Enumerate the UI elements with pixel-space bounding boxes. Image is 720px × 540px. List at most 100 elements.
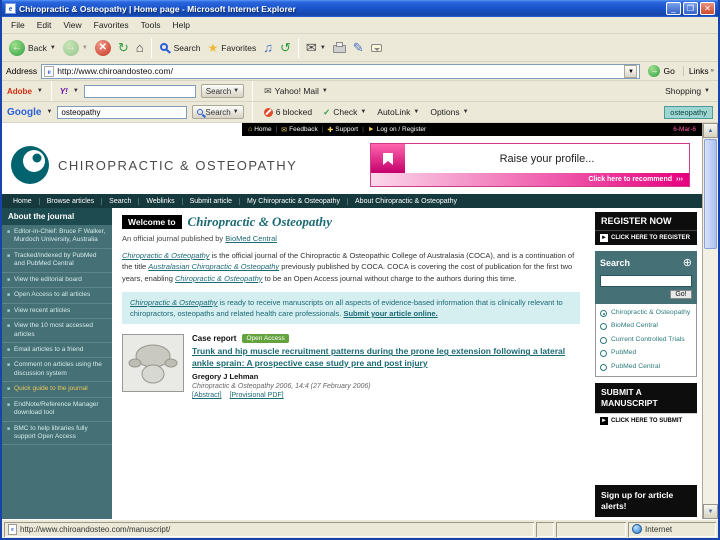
register-cta-button[interactable]: ► CLICK HERE TO REGISTER [595, 230, 697, 245]
close-button[interactable]: ✕ [700, 2, 715, 15]
adobe-dropdown-icon[interactable]: ▼ [37, 88, 43, 94]
submit-cta-button[interactable]: ► CLICK HERE TO SUBMIT [595, 412, 697, 428]
yahoo-search-button[interactable]: Search ▼ [200, 84, 245, 98]
menu-help[interactable]: Help [167, 19, 194, 31]
yahoo-logo-icon[interactable]: Y! [60, 87, 68, 96]
provisional-pdf-link[interactable]: [Provisional PDF] [230, 392, 284, 399]
intro-journal-link[interactable]: Chiropractic & Osteopathy [122, 251, 210, 260]
radio-icon[interactable] [600, 350, 607, 358]
radio-icon[interactable] [600, 363, 607, 371]
address-input[interactable]: e http://www.chiroandosteo.com/ ▼ [41, 63, 641, 79]
options-button[interactable]: Options ▼ [427, 105, 471, 119]
shopping-button[interactable]: Shopping ▼ [662, 84, 713, 98]
address-dropdown[interactable]: ▼ [624, 64, 638, 78]
edit-button[interactable]: ✎ [350, 39, 367, 56]
scope-option-pubmed[interactable]: PubMed [600, 349, 692, 358]
history-button[interactable]: ↺ [277, 39, 294, 56]
radio-icon[interactable] [600, 336, 607, 344]
sidebar-item-comment[interactable]: ■ Comment on articles using the discussio… [2, 358, 112, 383]
back-button[interactable]: ← Back ▼ [6, 38, 59, 58]
refresh-button[interactable]: ↻ [115, 39, 132, 56]
stop-button[interactable]: ✕ [92, 38, 114, 58]
intro-former-title-link[interactable]: Australasian Chiropractic & Osteopathy [148, 262, 279, 271]
scope-option-pubmed-central[interactable]: PubMed Central [600, 363, 692, 371]
scroll-up-button[interactable]: ▲ [703, 123, 718, 138]
utility-logon-link[interactable]: ► Log on / Register [368, 126, 426, 133]
nav-home[interactable]: Home [6, 197, 40, 205]
nav-my-journal[interactable]: My Chiropractic & Osteopathy [240, 197, 349, 205]
menu-edit[interactable]: Edit [32, 19, 57, 31]
discuss-button[interactable] [368, 42, 385, 54]
menu-favorites[interactable]: Favorites [89, 19, 134, 31]
abstract-link[interactable]: [Abstract] [192, 392, 222, 399]
favorites-button[interactable]: ★ Favorites [205, 40, 260, 56]
sidebar-item-quick-guide[interactable]: ■ Quick guide to the journal [2, 382, 112, 398]
menu-tools[interactable]: Tools [136, 19, 166, 31]
highlight-journal-link[interactable]: Chiropractic & Osteopathy [130, 298, 218, 307]
google-search-button[interactable]: Search ▼ [192, 105, 244, 119]
sidebar-item-editor[interactable]: ■ Editor-in-Chief: Bruce F Walker, Murdoc… [2, 225, 112, 249]
search-button[interactable]: Search [156, 40, 204, 56]
nav-about-journal[interactable]: About Chiropractic & Osteopathy [348, 198, 464, 205]
utility-feedback-link[interactable]: ✉ Feedback [281, 126, 317, 134]
radio-selected-icon[interactable] [600, 310, 607, 317]
highlight-term-button[interactable]: osteopathy [664, 105, 713, 119]
sidebar-item-editorial-board[interactable]: ■ View the editorial board [2, 273, 112, 289]
go-button[interactable]: → Go [644, 64, 678, 78]
submit-article-link[interactable]: Submit your article online. [343, 309, 437, 318]
media-button[interactable]: ♫ [260, 39, 276, 56]
intro-journal-link[interactable]: Chiropractic & Osteopathy [175, 274, 263, 283]
nav-search[interactable]: Search [102, 197, 140, 205]
banner-cta[interactable]: Click here to recommend ››› [371, 173, 689, 186]
vertical-scrollbar[interactable]: ▲ ▼ [702, 123, 718, 519]
sidebar-item-indexing[interactable]: ■ Tracked/indexed by PubMed and PubMed Ce… [2, 249, 112, 273]
sidebar-item-recent-articles[interactable]: ■ View recent articles [2, 304, 112, 320]
yahoo-mail-button[interactable]: ✉ Yahoo! Mail ▼ [261, 84, 331, 98]
home-button[interactable]: ⌂ [133, 39, 147, 56]
spellcheck-button[interactable]: ✓ Check ▼ [320, 105, 369, 120]
mail-dropdown-icon[interactable]: ▼ [320, 45, 326, 51]
utility-home-link[interactable]: ⌂ Home [248, 126, 272, 133]
forward-dropdown-icon[interactable]: ▼ [82, 45, 88, 51]
adobe-menu[interactable]: Adobe [7, 87, 32, 96]
google-search-input[interactable] [57, 105, 188, 119]
utility-support-link[interactable]: ✚ Support [327, 126, 358, 134]
sidebar-item-endnote-tool[interactable]: ■ EndNote/Reference Manager download tool [2, 398, 112, 422]
recommend-banner[interactable]: Raise your profile... Click here to reco… [370, 143, 690, 187]
minimize-button[interactable]: _ [666, 2, 681, 15]
scope-option-controlled-trials[interactable]: Current Controlled Trials [600, 336, 692, 344]
nav-submit-article[interactable]: Submit article [183, 197, 241, 205]
scope-option-biomedcentral[interactable]: BioMed Central [600, 322, 692, 331]
google-dropdown-icon[interactable]: ▼ [46, 109, 52, 115]
nav-browse-articles[interactable]: Browse articles [40, 197, 103, 205]
scrollbar-track[interactable] [703, 250, 718, 504]
scrollbar-thumb[interactable] [704, 139, 717, 249]
article-alerts-button[interactable]: Sign up for article alerts! [595, 484, 697, 517]
popup-blocker-button[interactable]: 6 blocked [261, 105, 315, 119]
yahoo-dropdown-icon[interactable]: ▼ [73, 88, 79, 94]
mail-button[interactable]: ✉ ▼ [303, 39, 329, 56]
forward-button[interactable]: → ▼ [60, 38, 91, 58]
publisher-link[interactable]: BioMed Central [225, 234, 277, 243]
menu-view[interactable]: View [58, 19, 86, 31]
links-toolbar[interactable]: Links » [682, 66, 714, 76]
google-logo-icon[interactable]: Google [7, 107, 41, 118]
yahoo-search-input[interactable] [83, 84, 196, 98]
sidebar-item-most-accessed[interactable]: ■ View the 10 most accessed articles [2, 319, 112, 343]
print-button[interactable] [330, 40, 349, 55]
back-dropdown-icon[interactable]: ▼ [50, 45, 56, 51]
site-search-input[interactable] [600, 274, 692, 287]
article-thumbnail[interactable] [122, 334, 184, 393]
radio-icon[interactable] [600, 323, 607, 331]
search-go-button[interactable]: Go! [670, 290, 692, 299]
sidebar-item-libraries[interactable]: ■ BMC to help libraries fully support Ope… [2, 422, 112, 446]
sidebar-item-email-friend[interactable]: ■ Email articles to a friend [2, 343, 112, 359]
sidebar-item-open-access[interactable]: ■ Open Access to all articles [2, 288, 112, 304]
nav-weblinks[interactable]: Weblinks [139, 197, 183, 205]
article-title-link[interactable]: Trunk and hip muscle recruitment pattern… [192, 346, 572, 369]
menu-file[interactable]: File [6, 19, 30, 31]
scope-option-journal[interactable]: Chiropractic & Osteopathy [600, 309, 692, 317]
autolink-button[interactable]: AutoLink ▼ [374, 105, 422, 119]
maximize-button[interactable]: ❐ [683, 2, 698, 15]
scroll-down-button[interactable]: ▼ [703, 504, 718, 519]
